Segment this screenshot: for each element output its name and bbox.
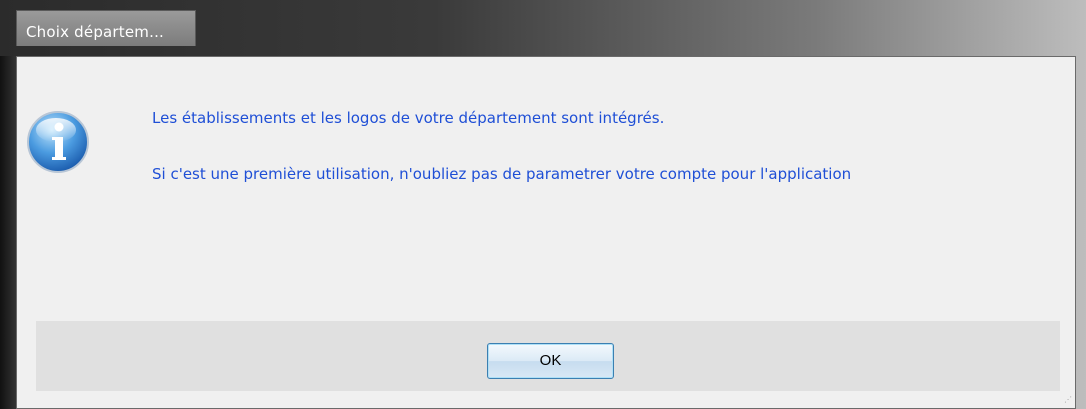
info-icon bbox=[27, 111, 89, 173]
window-title: Choix départem... bbox=[26, 23, 165, 41]
message-line-2: Si c'est une première utilisation, n'oub… bbox=[152, 165, 852, 183]
window-left-edge bbox=[0, 56, 16, 409]
dialog-window: Choix départem... Les établissements et … bbox=[0, 0, 1086, 409]
title-bar[interactable]: Choix départem... bbox=[0, 0, 1086, 56]
message-line-1: Les établissements et les logos de votre… bbox=[152, 109, 665, 127]
ok-button[interactable]: OK bbox=[487, 343, 614, 379]
resize-grip-icon[interactable]: ⋰ bbox=[1064, 395, 1074, 405]
